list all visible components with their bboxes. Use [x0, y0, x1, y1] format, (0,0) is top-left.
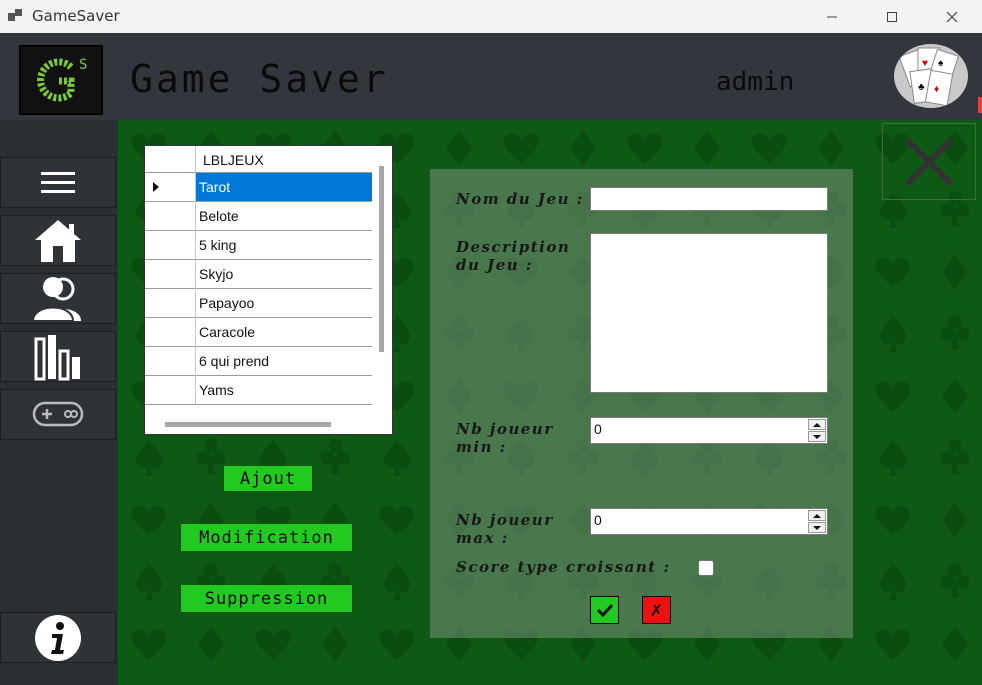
max-players-stepper[interactable]: 0 [590, 508, 828, 535]
stats-icon [34, 334, 80, 380]
validate-button[interactable] [590, 596, 619, 624]
game-form: Nom du Jeu : Description du Jeu : Nb jou… [430, 169, 853, 638]
maximize-icon [887, 11, 897, 22]
min-players-value: 0 [594, 421, 602, 437]
game-name-cell[interactable]: 6 qui prend [199, 353, 269, 369]
add-button[interactable]: Ajout [224, 466, 312, 491]
max-players-spin[interactable] [808, 510, 826, 533]
table-row[interactable]: Tarot [145, 173, 372, 202]
sidebar-item-games[interactable] [0, 389, 116, 440]
row-header-cell[interactable] [145, 289, 196, 318]
close-panel-button[interactable] [882, 123, 976, 200]
user-name: admin [716, 67, 795, 97]
chevron-up-icon [813, 422, 821, 427]
avatar[interactable]: ♥ ♠ ♣ ♦ [894, 44, 968, 108]
app-icon [8, 8, 24, 22]
svg-text:♦: ♦ [934, 84, 939, 95]
current-row-arrow-icon [153, 182, 159, 192]
checkmark-icon [596, 603, 613, 617]
sidebar-item-stats[interactable] [0, 331, 116, 382]
game-name-cell[interactable]: Tarot [199, 179, 230, 195]
svg-text:S: S [79, 57, 87, 73]
app-header: S Game Saver admin ♥ ♠ ♣ ♦ [0, 33, 982, 120]
cancel-button[interactable]: ✗ [642, 596, 671, 624]
game-name-cell[interactable]: Papayoo [199, 295, 254, 311]
row-header-cell[interactable] [145, 173, 196, 202]
score-ascending-checkbox[interactable] [698, 560, 714, 576]
table-row[interactable]: 5 king [145, 231, 372, 260]
table-row[interactable]: Papayoo [145, 289, 372, 318]
min-down-button[interactable] [808, 431, 826, 442]
games-grid[interactable]: LBLJEUX Tarot Belote 5 king Skyjo Papayoo Car… [144, 145, 393, 435]
sidebar-item-home[interactable] [0, 215, 116, 266]
min-players-stepper[interactable]: 0 [590, 417, 828, 444]
column-header[interactable]: LBLJEUX [203, 152, 264, 168]
close-icon [904, 137, 954, 186]
max-down-button[interactable] [808, 522, 826, 533]
window-close-button[interactable] [922, 0, 982, 33]
name-field[interactable] [590, 187, 828, 211]
delete-button[interactable]: Suppression [181, 585, 352, 612]
cancel-icon: ✗ [649, 600, 664, 620]
scroll-indicator [978, 97, 982, 113]
edit-button[interactable]: Modification [181, 524, 352, 551]
svg-text:♣: ♣ [918, 82, 925, 93]
window-title: GameSaver [32, 7, 120, 25]
description-field[interactable] [590, 233, 828, 393]
sidebar [0, 120, 118, 685]
game-name-cell[interactable]: Yams [199, 382, 234, 398]
table-row[interactable]: Skyjo [145, 260, 372, 289]
vertical-scrollbar[interactable] [379, 166, 384, 352]
playing-cards-icon: ♥ ♠ ♣ ♦ [898, 47, 960, 107]
sidebar-menu-button[interactable] [0, 157, 116, 208]
name-label: Nom du Jeu : [456, 190, 584, 208]
home-icon [35, 219, 81, 262]
table-row[interactable]: 6 qui prend [145, 347, 372, 376]
max-players-value: 0 [594, 512, 602, 528]
minimize-button[interactable] [802, 0, 862, 33]
game-name-cell[interactable]: 5 king [199, 237, 236, 253]
table-row[interactable]: Belote [145, 202, 372, 231]
main-content: LBLJEUX Tarot Belote 5 king Skyjo Papayoo Car… [118, 120, 982, 685]
close-icon [946, 11, 958, 22]
minimize-icon [827, 16, 837, 17]
grid-corner-cell [145, 146, 196, 173]
game-name-cell[interactable]: Caracole [199, 324, 255, 340]
maximize-button[interactable] [862, 0, 922, 33]
sidebar-item-users[interactable] [0, 273, 116, 324]
sidebar-item-info[interactable] [0, 612, 116, 663]
info-icon [35, 614, 81, 661]
menu-icon [41, 171, 75, 193]
description-label: Description du Jeu : [456, 238, 571, 274]
chevron-down-icon [813, 525, 821, 530]
chevron-up-icon [813, 513, 821, 518]
row-header-cell[interactable] [145, 347, 196, 376]
gamepad-icon [32, 401, 84, 426]
app-logo: S [19, 45, 103, 115]
window-title-bar: GameSaver [0, 0, 982, 33]
chevron-down-icon [813, 434, 821, 439]
min-players-label: Nb joueur min : [456, 420, 554, 456]
svg-text:♠: ♠ [938, 58, 944, 69]
svg-text:♥: ♥ [922, 58, 928, 69]
horizontal-scrollbar[interactable] [165, 422, 331, 427]
max-players-label: Nb joueur max : [456, 511, 554, 547]
min-players-spin[interactable] [808, 419, 826, 442]
max-up-button[interactable] [808, 510, 826, 521]
game-name-cell[interactable]: Belote [199, 208, 239, 224]
users-icon [31, 276, 81, 322]
gs-logo-icon: S [37, 57, 87, 102]
min-up-button[interactable] [808, 419, 826, 430]
row-header-cell[interactable] [145, 231, 196, 260]
row-header-cell[interactable] [145, 318, 196, 347]
game-name-cell[interactable]: Skyjo [199, 266, 233, 282]
row-header-cell[interactable] [145, 260, 196, 289]
table-row[interactable]: Yams [145, 376, 372, 405]
score-order-label: Score type croissant : [456, 558, 671, 576]
row-header-cell[interactable] [145, 376, 196, 405]
app-name: Game Saver [130, 57, 389, 101]
row-header-cell[interactable] [145, 202, 196, 231]
table-row[interactable]: Caracole [145, 318, 372, 347]
grid-header: LBLJEUX [145, 146, 372, 173]
